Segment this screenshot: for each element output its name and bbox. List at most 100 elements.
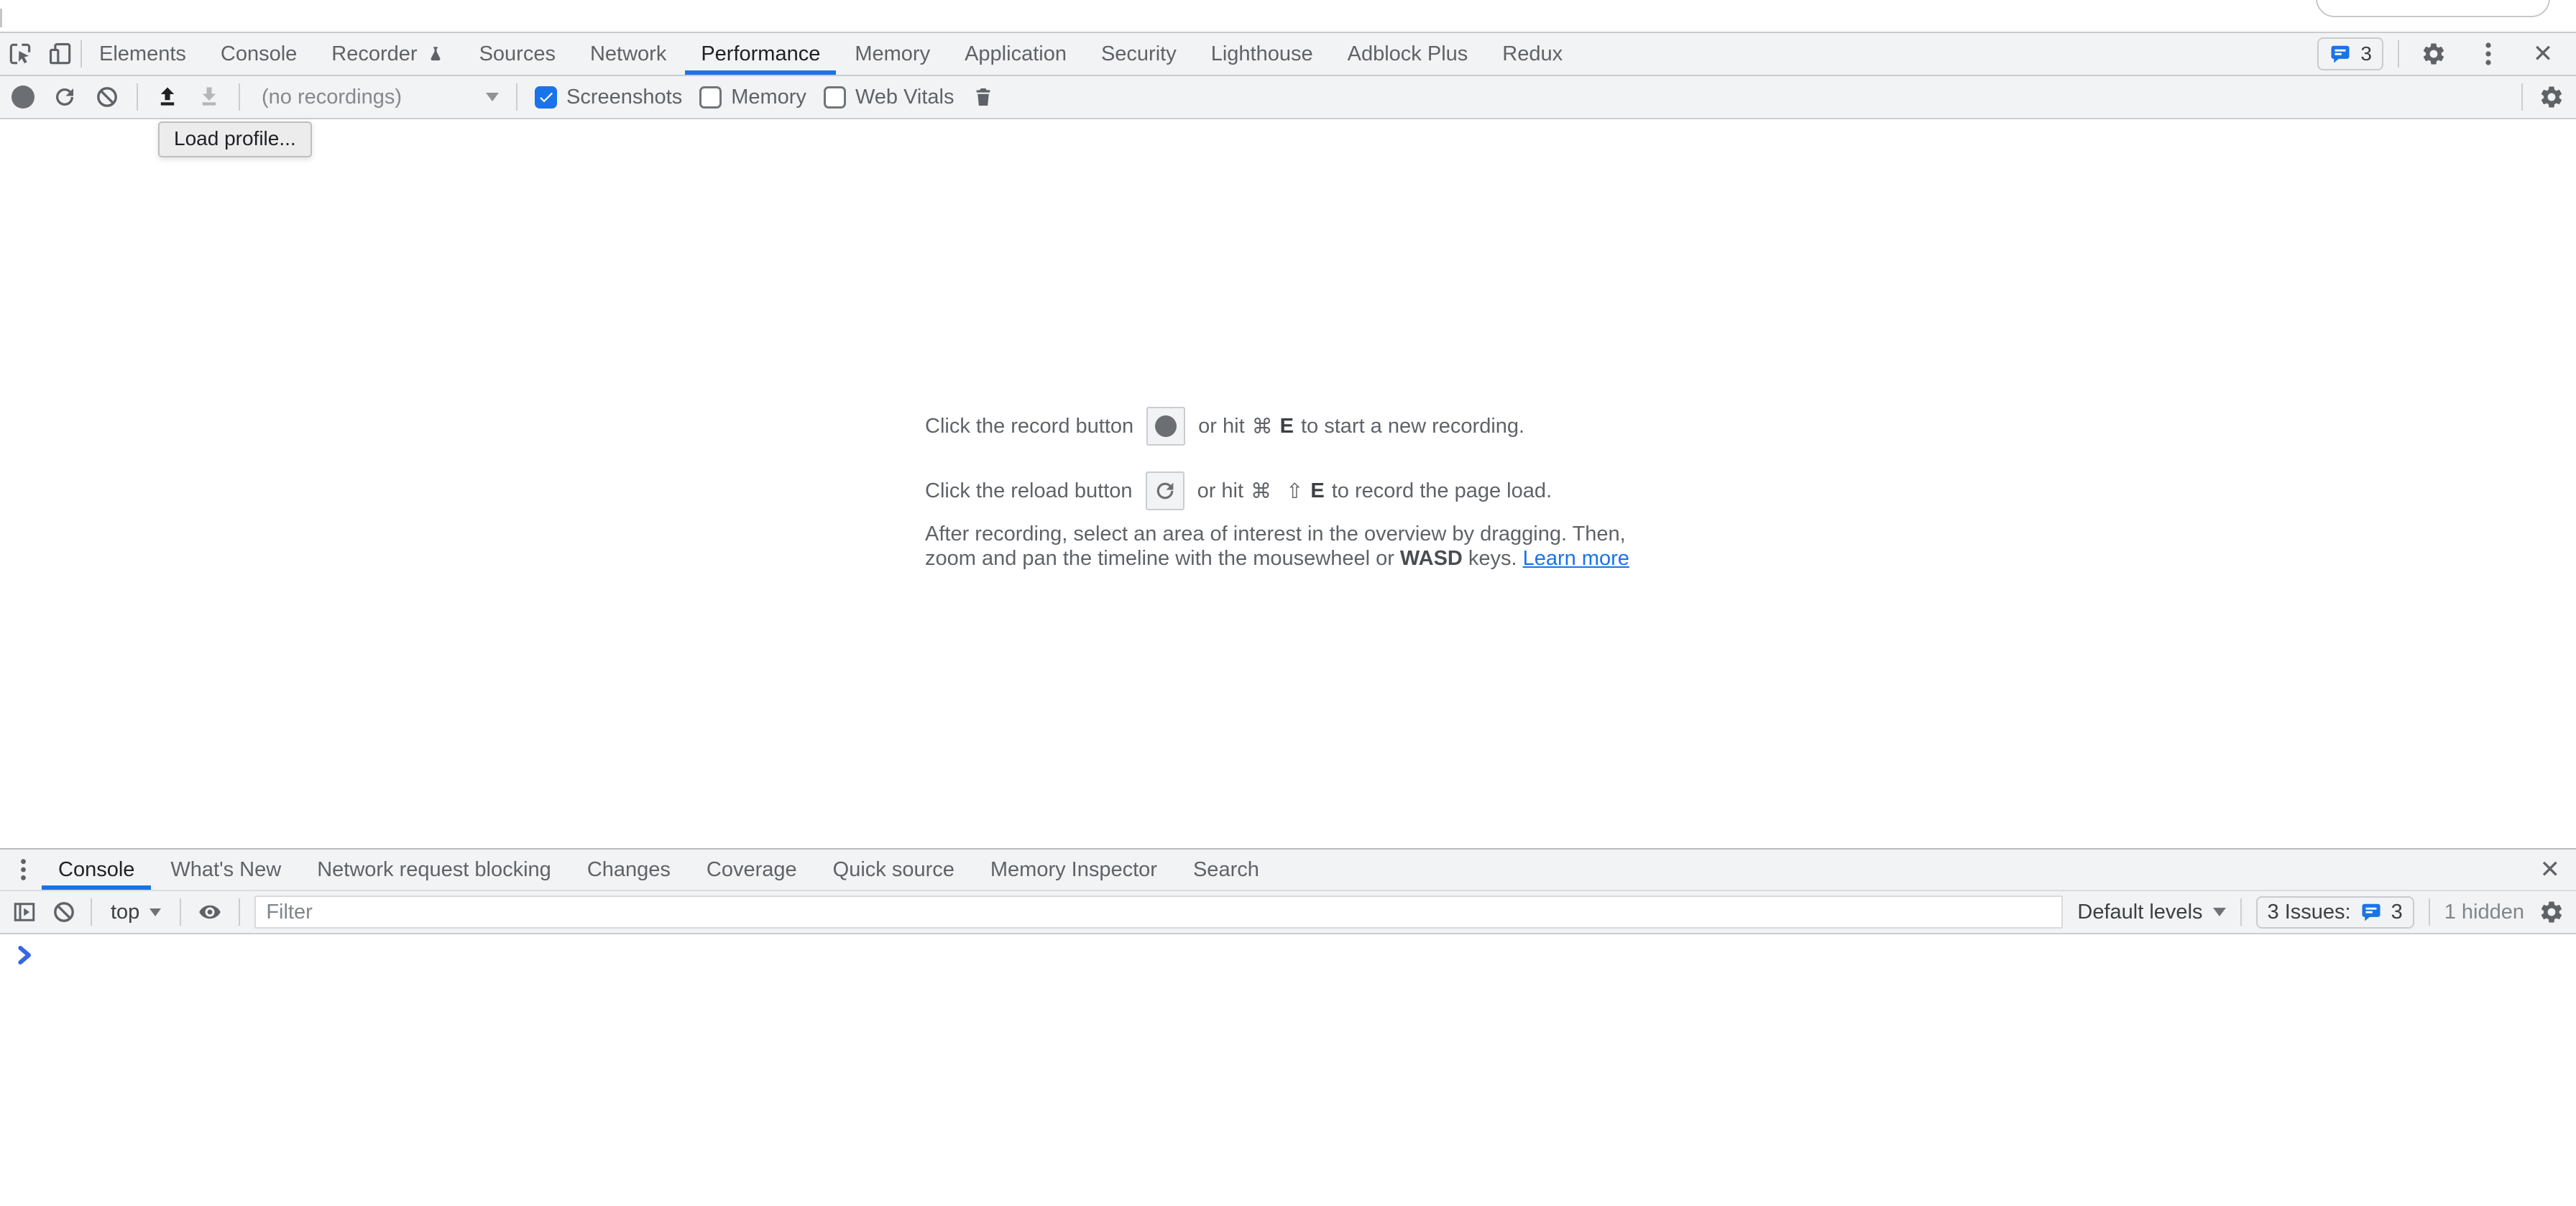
web-vitals-label: Web Vitals [855,86,954,109]
tab-recorder[interactable]: Recorder [314,33,461,75]
tab-recorder-label: Recorder [331,42,417,66]
tab-console[interactable]: Console [203,33,314,75]
main-tabbar: Elements Console Recorder Sources Networ… [0,32,2576,76]
record-button-illustration [1146,407,1185,446]
record-instruction-prefix: Click the record button [925,415,1133,438]
caret-down-icon [486,93,499,101]
devtools-window: Elements Console Recorder Sources Networ… [0,0,2576,1206]
cmd-key-glyph: ⌘ [1251,479,1271,503]
drawer-tab-changes[interactable]: Changes [569,850,689,890]
settings-gear-icon [2421,41,2447,67]
paragraph-line2: zoom and pan the timeline with the mouse… [925,547,1394,570]
javascript-context-select[interactable]: top [106,901,165,924]
device-toolbar-icon [47,40,74,68]
clear-button[interactable] [95,85,119,109]
separator [91,898,92,926]
screenshots-checkbox[interactable]: Screenshots [535,86,682,109]
experiment-flask-icon [426,43,445,65]
reload-icon [1153,479,1177,503]
memory-label: Memory [731,86,806,109]
cmd-key-glyph: ⌘ [1252,414,1273,438]
drawer-tab-memory-inspector[interactable]: Memory Inspector [972,850,1175,890]
record-button[interactable] [12,86,34,109]
save-profile-button[interactable] [197,85,221,109]
reload-instruction-line: Click the reload button or hit ⌘ ⇧ E to … [925,471,1651,510]
tab-performance[interactable]: Performance [684,33,837,75]
kebab-menu-icon [2483,41,2493,67]
console-sidebar-toggle-button[interactable] [12,899,37,925]
memory-checkbox[interactable]: Memory [699,86,806,109]
drawer-close-button[interactable]: ✕ [2524,850,2576,890]
issues-chat-icon [2329,43,2352,65]
drawer-tab-console[interactable]: Console [40,850,152,890]
tab-application[interactable]: Application [947,33,1084,75]
reload-and-record-button[interactable] [52,84,78,110]
clear-console-button[interactable] [52,900,76,924]
tab-lighthouse[interactable]: Lighthouse [1194,33,1330,75]
reload-instruction-suffix: to record the page load. [1332,479,1552,503]
separator [137,83,138,111]
tab-memory[interactable]: Memory [837,33,947,75]
inspect-icon [6,40,34,68]
panel-tabs: Elements Console Recorder Sources Networ… [82,33,1580,75]
drawer-menu-button[interactable] [6,850,40,890]
left-edge-artifact [0,9,2,27]
console-toolbar: top Default levels [0,891,2576,934]
tab-redux[interactable]: Redux [1485,33,1580,75]
paragraph-line1: After recording, select an area of inter… [925,523,1626,546]
drawer-tabs: Console What's New Network request block… [40,850,1277,890]
issues-counter-button[interactable]: 3 [2317,37,2383,70]
drawer-tab-whats-new[interactable]: What's New [152,850,299,890]
clear-icon [52,900,76,924]
live-expression-button[interactable] [196,900,224,924]
drawer-tab-network-request-blocking[interactable]: Network request blocking [299,850,569,890]
reload-button-illustration [1146,471,1184,510]
sidebar-toggle-icon [12,899,37,925]
issues-label: 3 Issues: [2268,901,2351,924]
console-issues-button[interactable]: 3 Issues: 3 [2256,896,2414,929]
inspect-element-button[interactable] [0,33,40,75]
log-levels-select[interactable]: Default levels [2077,901,2225,924]
tab-network[interactable]: Network [573,33,684,75]
caret-down-icon [150,908,161,916]
levels-value: Default levels [2077,901,2202,924]
browser-strip [0,0,2576,32]
separator [2429,898,2430,926]
recordings-select-value: (no recordings) [262,86,402,109]
usage-paragraph: After recording, select an area of inter… [925,522,1651,571]
caret-down-icon [2213,908,2226,916]
more-options-button[interactable] [2468,41,2508,67]
drawer-tabbar: Console What's New Network request block… [0,850,2576,891]
web-vitals-checkbox[interactable]: Web Vitals [824,86,954,109]
tab-adblock-plus[interactable]: Adblock Plus [1330,33,1486,75]
e-key-glyph: E [1280,415,1294,438]
load-profile-button[interactable] [155,85,180,109]
close-devtools-button[interactable]: ✕ [2523,42,2563,66]
tab-security[interactable]: Security [1084,33,1194,75]
learn-more-link[interactable]: Learn more [1523,547,1629,570]
recordings-history-select[interactable]: (no recordings) [257,86,499,109]
record-instruction-suffix: to start a new recording. [1301,415,1524,438]
tab-sources[interactable]: Sources [462,33,573,75]
load-profile-tooltip: Load profile... [158,121,312,157]
download-icon [197,85,221,109]
drawer-tab-quick-source[interactable]: Quick source [815,850,972,890]
close-icon: ✕ [2540,857,2561,882]
tabbar-right-controls: 3 ✕ [2317,33,2576,75]
paragraph-line2-end: keys. [1468,547,1517,570]
trash-icon [972,85,995,109]
garbage-collect-button[interactable] [972,85,995,109]
tab-elements[interactable]: Elements [82,33,203,75]
capture-settings-button[interactable] [2539,84,2564,110]
checkbox-checked-icon [535,86,557,109]
screenshots-label: Screenshots [566,86,682,109]
console-messages-area[interactable] [0,934,2576,1206]
reload-instruction-mid: or hit [1197,479,1243,503]
device-toolbar-button[interactable] [40,33,80,75]
drawer-tab-coverage[interactable]: Coverage [689,850,815,890]
settings-gear-icon [2539,899,2564,925]
drawer-tab-search[interactable]: Search [1175,850,1277,890]
console-settings-button[interactable] [2539,899,2564,925]
settings-button[interactable] [2414,41,2454,67]
console-filter-input[interactable] [254,896,2063,929]
